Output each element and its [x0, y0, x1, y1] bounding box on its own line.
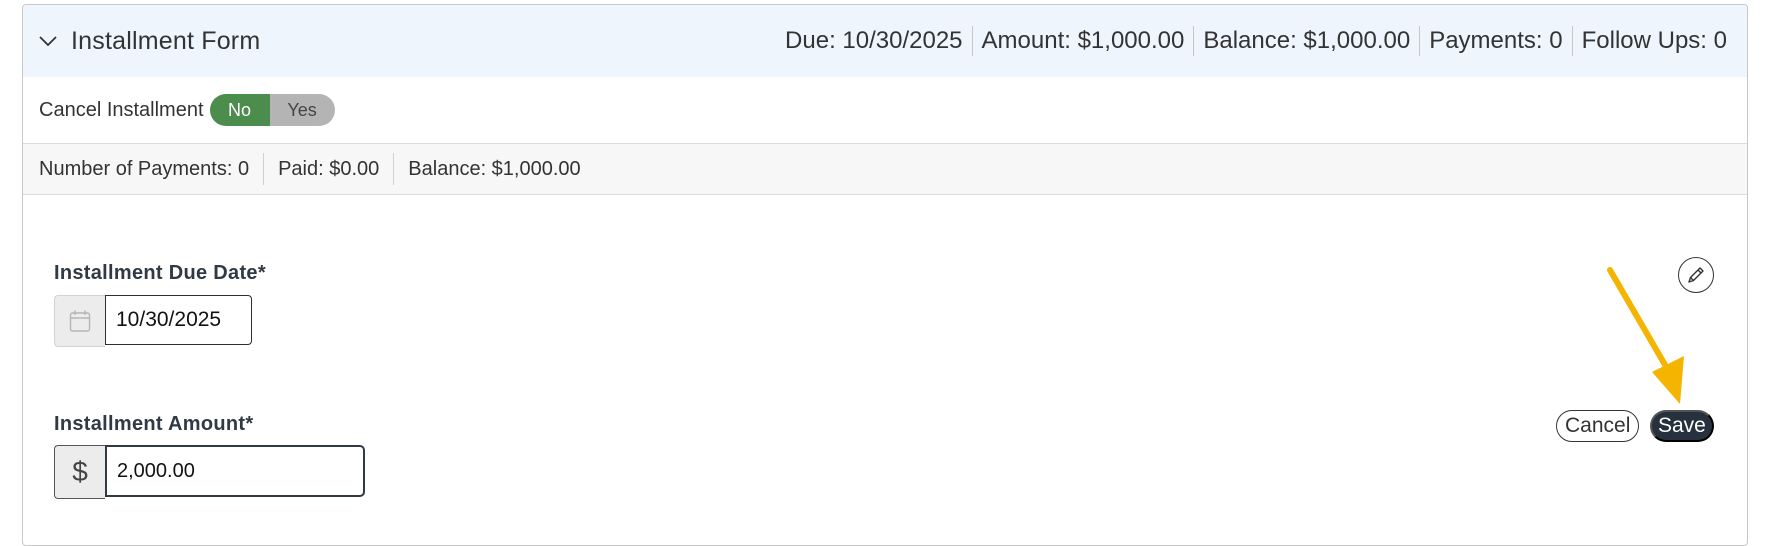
header-summary: Due: 10/30/2025 Amount: $1,000.00 Balanc… [785, 26, 1727, 56]
stat-balance: Balance: $1,000.00 [408, 157, 581, 180]
edit-button[interactable] [1678, 257, 1714, 293]
amount-label: Installment Amount* [54, 413, 254, 435]
summary-balance: Balance: $1,000.00 [1203, 27, 1411, 54]
toggle-no-option[interactable]: No [209, 94, 270, 126]
cancel-installment-toggle[interactable]: No Yes [209, 94, 335, 126]
toggle-yes-option[interactable]: Yes [269, 94, 335, 126]
payment-stats-row: Number of Payments: 0 Paid: $0.00 Balanc… [23, 144, 1747, 195]
due-date-group [54, 295, 252, 347]
stat-divider [393, 153, 395, 185]
header-left: Installment Form [37, 27, 260, 56]
stat-number-of-payments: Number of Payments: 0 [39, 157, 250, 180]
stat-paid: Paid: $0.00 [278, 157, 380, 180]
amount-input[interactable] [105, 445, 365, 497]
chevron-down-icon[interactable] [37, 30, 59, 52]
currency-symbol: $ [72, 456, 88, 487]
cancel-button[interactable]: Cancel [1556, 410, 1640, 442]
installment-form-header[interactable]: Installment Form Due: 10/30/2025 Amount:… [23, 5, 1747, 77]
stat-divider [263, 153, 265, 185]
save-button[interactable]: Save [1650, 410, 1714, 442]
form-title: Installment Form [71, 26, 261, 55]
summary-follow-ups: Follow Ups: 0 [1581, 27, 1727, 54]
summary-due: Due: 10/30/2025 [785, 27, 963, 54]
summary-amount: Amount: $1,000.00 [981, 27, 1185, 54]
cancel-installment-label: Cancel Installment [39, 98, 204, 121]
amount-group: $ [54, 445, 365, 499]
due-date-label: Installment Due Date* [54, 262, 266, 284]
due-date-input[interactable] [105, 295, 252, 345]
calendar-addon[interactable] [54, 295, 105, 347]
calendar-icon [69, 310, 91, 332]
summary-divider [1571, 26, 1573, 56]
currency-addon: $ [54, 445, 105, 499]
summary-divider [971, 26, 973, 56]
summary-divider [1193, 26, 1195, 56]
cancel-installment-row: Cancel Installment No Yes [23, 77, 1747, 144]
pencil-icon [1688, 267, 1704, 283]
summary-divider [1419, 26, 1421, 56]
summary-payments: Payments: 0 [1429, 27, 1563, 54]
